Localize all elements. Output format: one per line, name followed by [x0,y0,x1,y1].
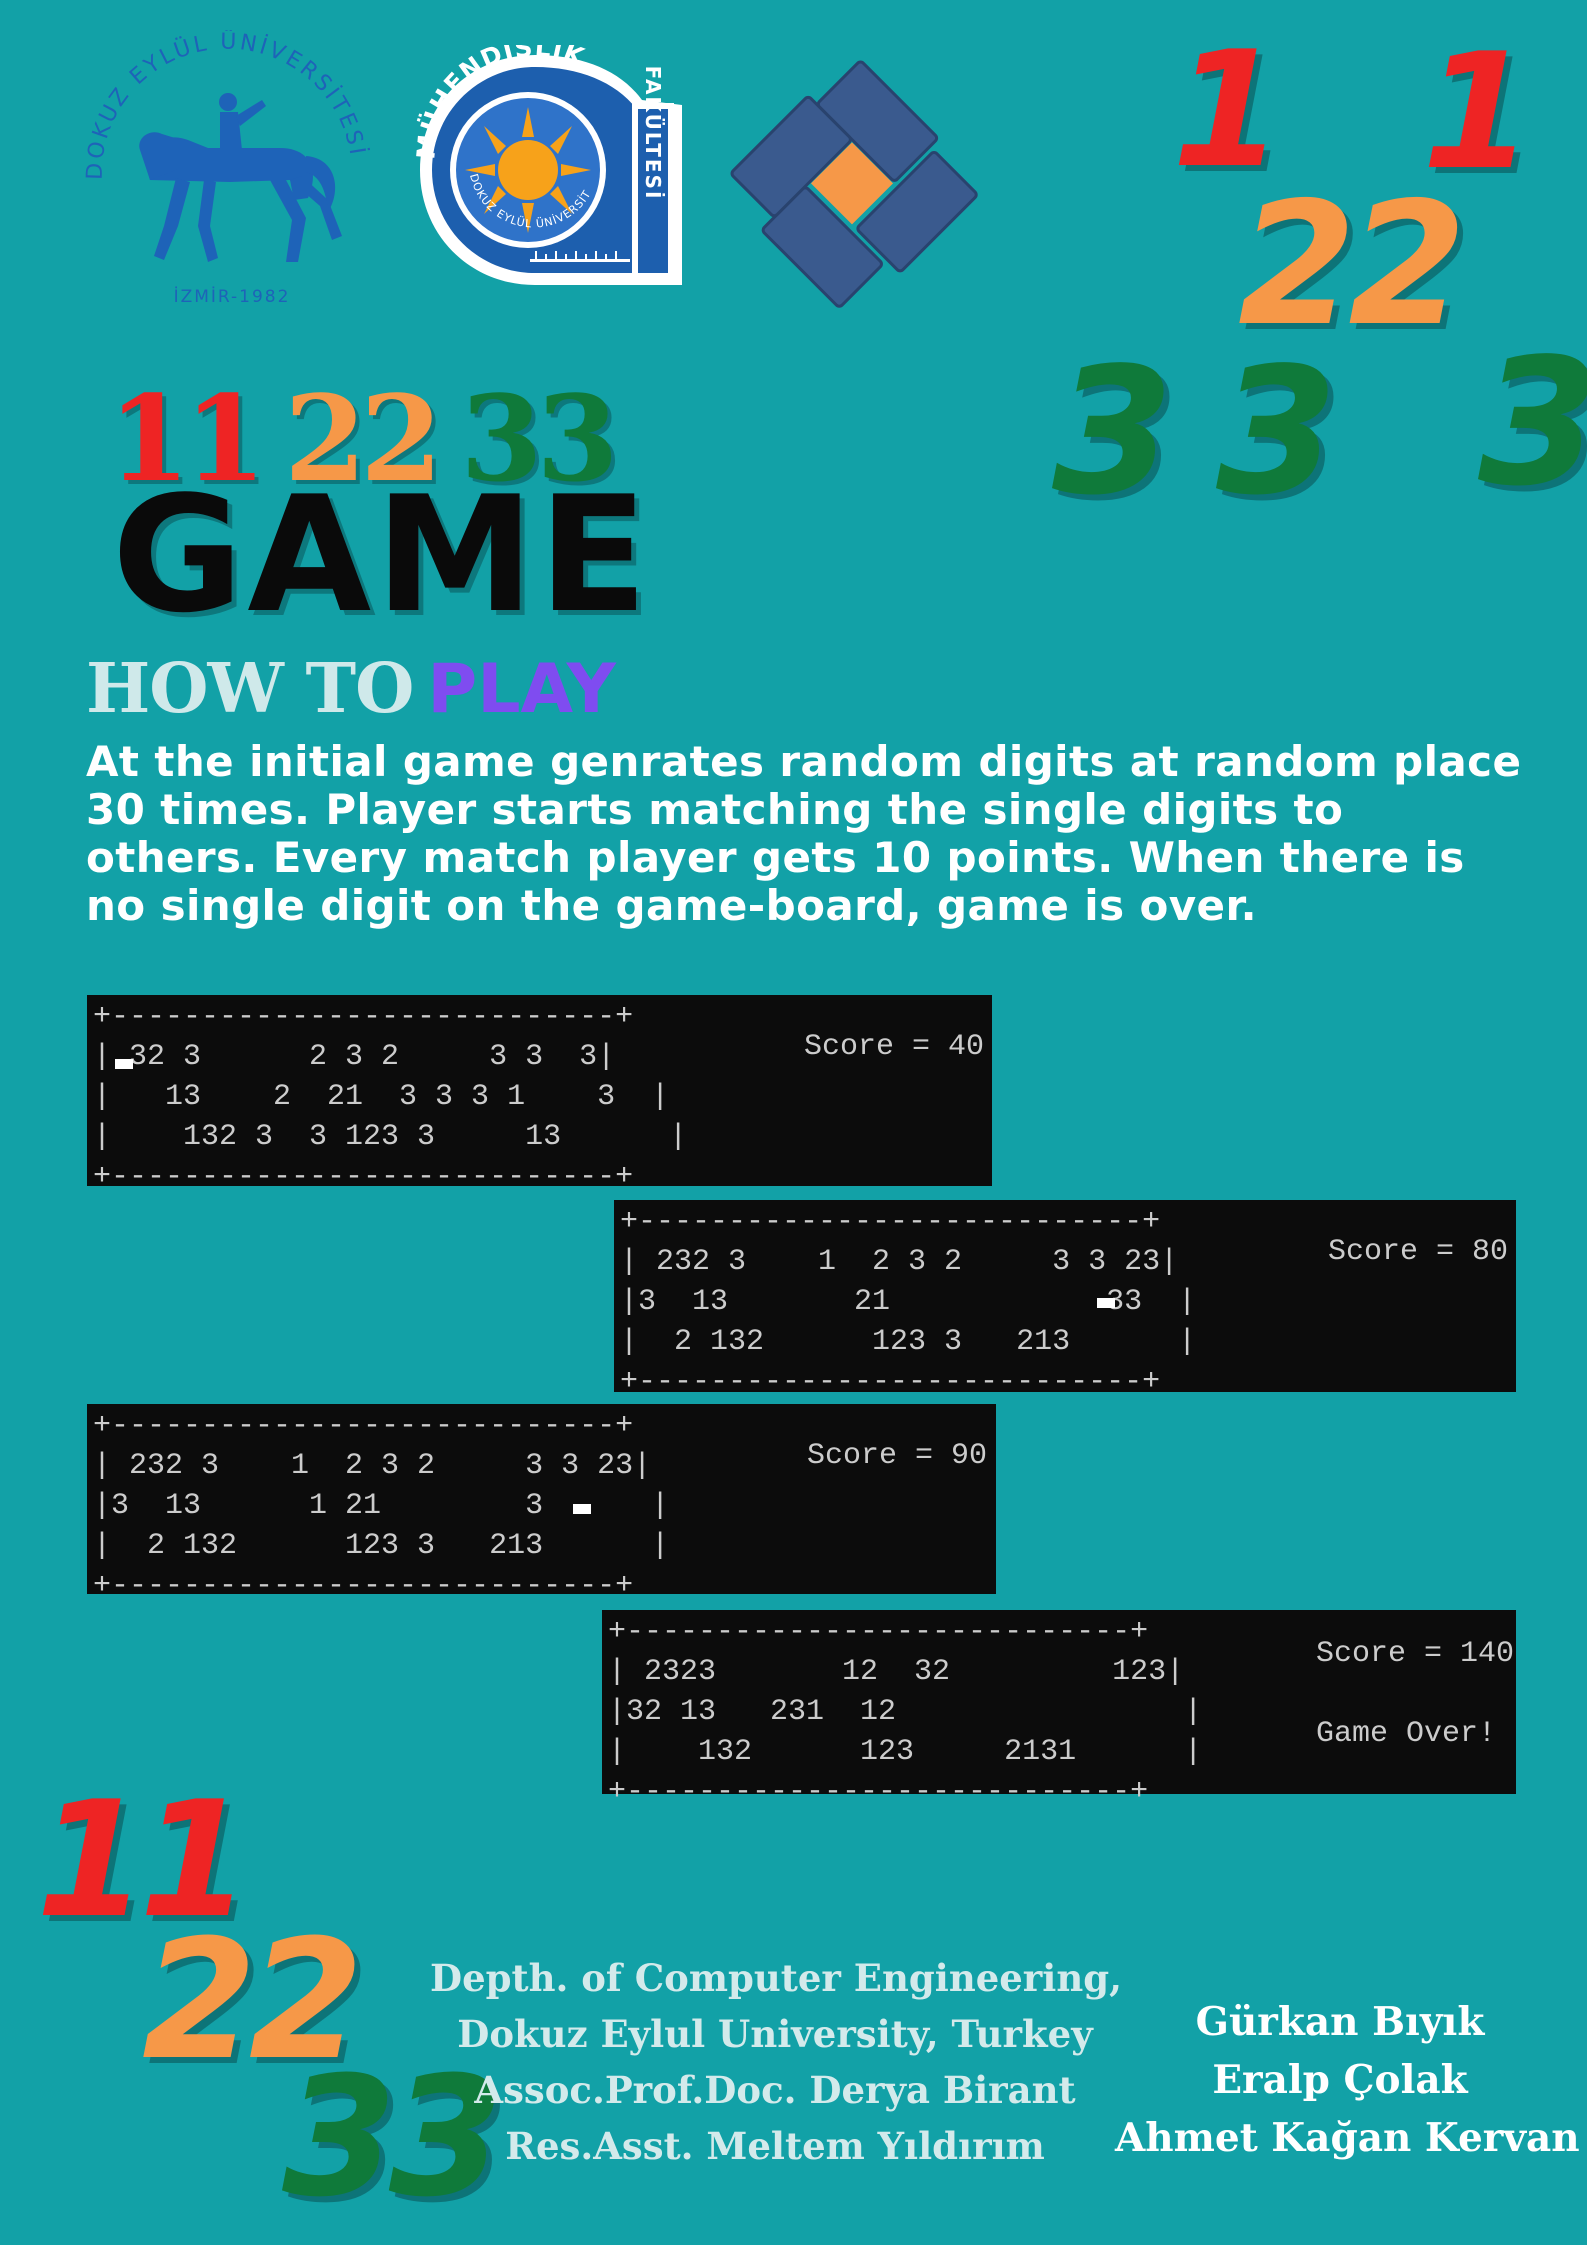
how-to-play-heading: HOW TO PLAY [86,655,616,724]
decor-three-2: 3 [1216,331,1338,534]
dept-line: Assoc.Prof.Doc. Derya Birant [474,2068,1076,2112]
dept-line: Res.Asst. Meltem Yıldırım [505,2124,1045,2168]
play-text: PLAY [427,650,616,729]
score-text: Score = 90 [807,1439,988,1473]
terminal-screenshot-4: +----------------------------+ | 2323 12… [602,1610,1516,1809]
decor-three-3: 3 [1478,322,1587,525]
deu-bottom-text: İZMİR-1982 [174,286,291,307]
game-board: +----------------------------+ | 32 3 2 … [93,1000,688,1194]
diamond-logo [720,50,985,315]
title-game: GAME [112,461,652,648]
author-list: Gürkan Bıyık Eralp Çolak Ahmet Kağan Ker… [1115,1993,1580,2167]
diamond-blocks-icon [730,60,978,308]
terminal-screenshot-1: +----------------------------+ | 32 3 2 … [87,995,992,1194]
horse-rider-icon: DOKUZ EYLÜL ÜNİVERSİTESİ İZMİR-1982 [83,28,368,307]
game-board: +----------------------------+ | 2323 12… [608,1615,1203,1809]
cursor-marker [115,1059,133,1069]
cursor-marker [1097,1298,1115,1308]
author-name: Ahmet Kağan Kervan [1115,2115,1580,2161]
muh-side-text: FAKÜLTESİ [641,66,665,201]
author-name: Gürkan Bıyık [1195,1999,1485,2045]
sun-emblem-icon: FAKÜLTESİ MÜHENDİSLİK DOKUZ EYLÜL ÜNİVER… [406,33,682,285]
terminal-screenshot-3: +----------------------------+ | 232 3 1… [87,1404,996,1603]
dept-line: Dokuz Eylul University, Turkey [457,2012,1093,2056]
dept-line: Depth. of Computer Engineering, [430,1956,1122,2000]
muhendislik-logo: FAKÜLTESİ MÜHENDİSLİK DOKUZ EYLÜL ÜNİVER… [406,33,690,295]
decor-three-1: 3 [1052,331,1174,534]
department-credits: Depth. of Computer Engineering, Dokuz Ey… [430,1950,1122,2174]
deu-logo: DOKUZ EYLÜL ÜNİVERSİTESİ İZMİR-1982 [80,28,380,320]
score-text: Score = 140 [1316,1637,1515,1671]
game-over-text: Game Over! [1316,1717,1497,1751]
decor-twos: 22 [1238,166,1467,364]
cursor-marker [573,1504,591,1514]
score-text: Score = 80 [1328,1235,1509,1269]
terminal-screenshot-2: +----------------------------+ | 232 3 1… [614,1200,1516,1399]
score-text: Score = 40 [804,1030,985,1064]
how-to-text: HOW TO [86,649,414,729]
instructions-paragraph: At the initial game genrates random digi… [86,737,1522,930]
author-name: Eralp Çolak [1212,2057,1468,2103]
